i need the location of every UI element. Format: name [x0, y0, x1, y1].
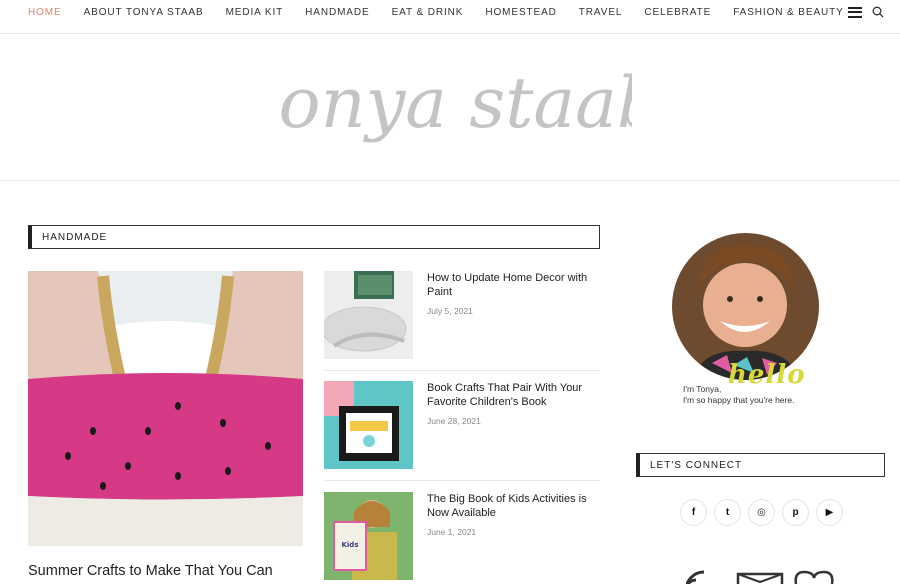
pinterest-icon[interactable]: p: [782, 499, 809, 526]
nav-item-travel[interactable]: TRAVEL: [579, 7, 623, 19]
handmade-section-heading: HANDMADE: [28, 225, 600, 249]
site-logo[interactable]: tonya staab: [280, 45, 632, 175]
author-intro: I'm Tonya, I'm so happy that you're here…: [683, 384, 794, 406]
post-divider: [324, 370, 600, 371]
intro-line-2: I'm so happy that you're here.: [683, 395, 795, 405]
twitter-icon[interactable]: t: [714, 499, 741, 526]
youtube-icon[interactable]: ▶: [816, 499, 843, 526]
feature-post-title[interactable]: Summer Crafts to Make That You Can: [28, 563, 328, 579]
handmade-heading-label: HANDMADE: [42, 232, 108, 243]
top-navigation: HOME ABOUT TONYA STAAB MEDIA KIT HANDMAD…: [0, 0, 900, 34]
hamburger-menu-icon[interactable]: [848, 6, 862, 18]
nav-item-eat-drink[interactable]: EAT & DRINK: [392, 7, 464, 19]
list-item: Kids The Big Book of Kids Activities is …: [324, 492, 600, 580]
heart-icon[interactable]: [794, 570, 834, 584]
nav-icons: [848, 6, 884, 18]
nav-item-fashion-beauty[interactable]: FASHION & BEAUTY: [733, 7, 844, 19]
post-thumbnail[interactable]: Kids: [324, 492, 413, 580]
list-item: How to Update Home Decor with Paint July…: [324, 271, 600, 359]
post-date: June 1, 2021: [427, 527, 477, 537]
nav-item-handmade[interactable]: HANDMADE: [305, 7, 369, 19]
svg-text:Kids: Kids: [341, 541, 358, 549]
intro-line-1: I'm Tonya,: [683, 384, 722, 394]
connect-heading-label: LET'S CONNECT: [650, 460, 743, 471]
rss-icon[interactable]: [686, 570, 705, 584]
post-date: July 5, 2021: [427, 306, 473, 316]
facebook-icon[interactable]: f: [680, 499, 707, 526]
nav-item-media-kit[interactable]: MEDIA KIT: [226, 7, 284, 19]
author-avatar[interactable]: [672, 233, 819, 380]
list-item: Book Crafts That Pair With Your Favorite…: [324, 381, 600, 469]
post-title[interactable]: How to Update Home Decor with Paint: [427, 271, 602, 299]
nav-item-home[interactable]: HOME: [28, 7, 62, 19]
nav-item-homestead[interactable]: HOMESTEAD: [485, 7, 556, 19]
site-header: tonya staab: [0, 35, 900, 181]
search-icon[interactable]: [872, 6, 884, 18]
logo-text: tonya staab: [280, 62, 632, 144]
instagram-icon[interactable]: ◎: [748, 499, 775, 526]
email-icon[interactable]: [736, 572, 784, 584]
social-links: f t ◎ p ▶: [680, 499, 843, 526]
nav-menu: HOME ABOUT TONYA STAAB MEDIA KIT HANDMAD…: [28, 7, 866, 19]
post-thumbnail[interactable]: [324, 271, 413, 359]
bottom-icons: [686, 570, 834, 584]
post-title[interactable]: Book Crafts That Pair With Your Favorite…: [427, 381, 602, 409]
nav-item-celebrate[interactable]: CELEBRATE: [644, 7, 711, 19]
nav-item-about[interactable]: ABOUT TONYA STAAB: [84, 7, 204, 19]
post-date: June 28, 2021: [427, 416, 481, 426]
connect-section-heading: LET'S CONNECT: [636, 453, 885, 477]
feature-post-image[interactable]: [28, 271, 303, 546]
post-title[interactable]: The Big Book of Kids Activities is Now A…: [427, 492, 602, 520]
post-thumbnail[interactable]: [324, 381, 413, 469]
watermelon-bag-illustration: [28, 271, 303, 546]
post-divider: [324, 480, 600, 481]
